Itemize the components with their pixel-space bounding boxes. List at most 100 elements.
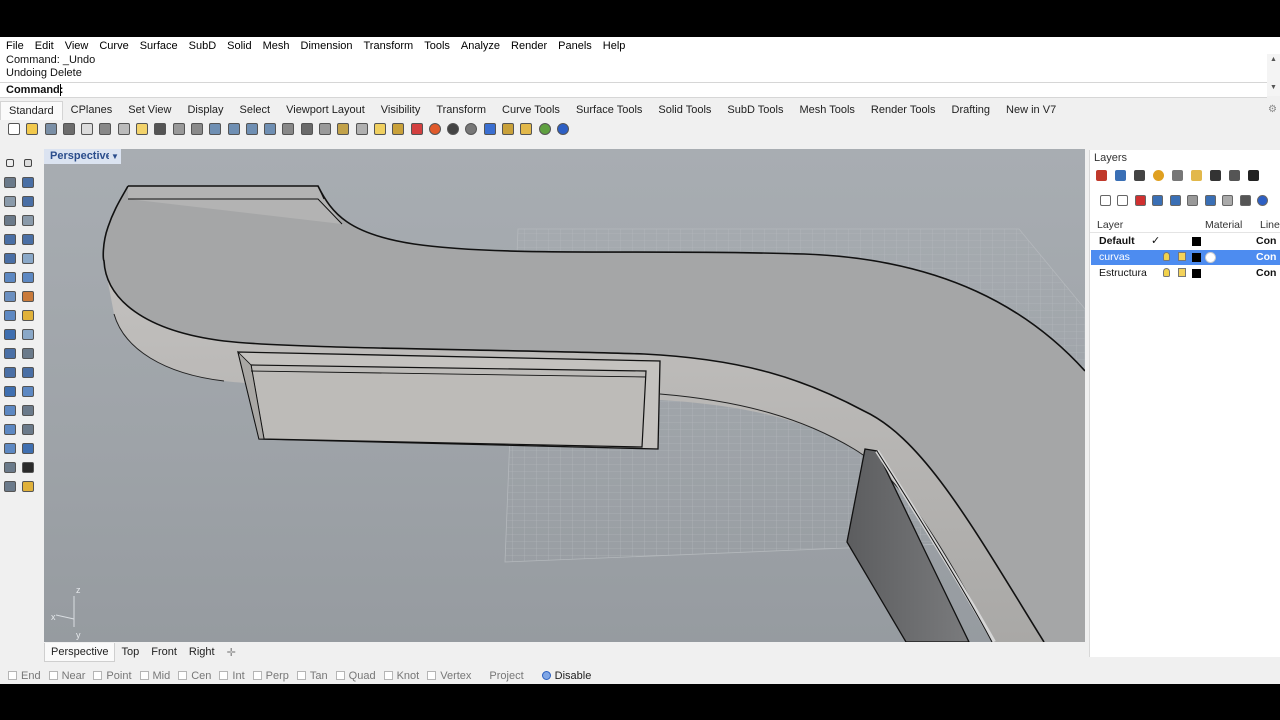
fillet-icon[interactable] xyxy=(20,231,36,247)
surface-icon[interactable] xyxy=(2,250,18,266)
tab-viewport-layout[interactable]: Viewport Layout xyxy=(278,101,373,119)
osnap-checkbox[interactable] xyxy=(219,671,229,680)
osnap-checkbox[interactable] xyxy=(48,671,58,680)
box-icon[interactable] xyxy=(2,269,18,285)
perspective-viewport[interactable]: z x y Perspective ▼ xyxy=(44,149,1085,642)
pan-icon[interactable] xyxy=(171,121,187,137)
osnap-perp[interactable]: Perp xyxy=(252,670,289,682)
select-icon[interactable] xyxy=(409,121,425,137)
osnap-icon[interactable] xyxy=(354,121,370,137)
ellipse-icon[interactable] xyxy=(2,231,18,247)
select-arrow-icon[interactable] xyxy=(2,155,18,171)
menu-tools[interactable]: Tools xyxy=(418,40,455,52)
tab-curve-tools[interactable]: Curve Tools xyxy=(494,101,568,119)
zoom-icon[interactable] xyxy=(207,121,223,137)
tab-standard[interactable]: Standard xyxy=(0,100,63,120)
menu-help[interactable]: Help xyxy=(597,40,631,52)
globe-icon[interactable] xyxy=(537,121,553,137)
view-tab-top[interactable]: Top xyxy=(115,643,145,661)
osnap-quad[interactable]: Quad xyxy=(335,670,376,682)
tab-transform[interactable]: Transform xyxy=(428,101,494,119)
osnap-checkbox[interactable] xyxy=(139,671,149,680)
osnap-near[interactable]: Near xyxy=(48,670,85,682)
group-icon[interactable] xyxy=(2,402,18,418)
column-linetype[interactable]: Line xyxy=(1260,219,1280,231)
tab-surface-tools[interactable]: Surface Tools xyxy=(568,101,650,119)
material-swatch-icon[interactable] xyxy=(1205,252,1216,263)
layer-row-default[interactable]: Default ✓ Con xyxy=(1091,234,1280,249)
osnap-checkbox[interactable] xyxy=(8,671,17,680)
lock-icon[interactable] xyxy=(390,121,406,137)
render-icon[interactable] xyxy=(463,121,479,137)
layer-linetype[interactable]: Con xyxy=(1256,235,1276,247)
folder-icon[interactable] xyxy=(1189,168,1203,182)
tab-new-in-v7[interactable]: New in V7 xyxy=(998,101,1064,119)
osnap-checkbox[interactable] xyxy=(335,671,345,680)
osnap-checkbox[interactable] xyxy=(296,671,306,680)
move-left-icon[interactable] xyxy=(1186,193,1200,207)
layer-linetype[interactable]: Con xyxy=(1256,267,1276,279)
point-icon[interactable] xyxy=(20,155,36,171)
menu-subd[interactable]: SubD xyxy=(183,40,222,52)
osnap-checkbox[interactable] xyxy=(178,671,188,680)
move-down-icon[interactable] xyxy=(1168,193,1182,207)
boolean-icon[interactable] xyxy=(20,288,36,304)
camera-icon[interactable] xyxy=(1246,168,1260,182)
save-icon[interactable] xyxy=(43,121,59,137)
project-toggle[interactable]: Project xyxy=(489,670,523,682)
osnap-int[interactable]: Int xyxy=(219,670,245,682)
open-icon[interactable] xyxy=(24,121,40,137)
column-material[interactable]: Material xyxy=(1205,219,1242,231)
curve-icon[interactable] xyxy=(20,174,36,190)
lock-icon[interactable] xyxy=(1178,268,1186,277)
menu-curve[interactable]: Curve xyxy=(93,40,133,52)
material-icon[interactable] xyxy=(482,121,498,137)
print-icon[interactable] xyxy=(61,121,77,137)
help-icon[interactable] xyxy=(555,121,571,137)
filter-icon[interactable] xyxy=(1203,193,1217,207)
tab-display[interactable]: Display xyxy=(179,101,231,119)
materials-tab-icon[interactable] xyxy=(1132,168,1146,182)
cage-icon[interactable] xyxy=(20,421,36,437)
tools-icon[interactable] xyxy=(1238,193,1252,207)
help-icon[interactable] xyxy=(1256,193,1270,207)
osnap-end[interactable]: End xyxy=(8,670,41,682)
import-icon[interactable] xyxy=(79,121,95,137)
layers-tab-icon[interactable] xyxy=(1094,168,1108,182)
osnap-point[interactable]: Point xyxy=(93,670,132,682)
scroll-up-icon[interactable]: ▲ xyxy=(1270,56,1277,63)
viewport-menu-chevron-icon[interactable]: ▼ xyxy=(109,149,121,164)
osnap-checkbox[interactable] xyxy=(383,671,393,680)
osnap-mid[interactable]: Mid xyxy=(139,670,170,682)
environment-tab-icon[interactable] xyxy=(1170,168,1184,182)
scale-icon[interactable] xyxy=(2,326,18,342)
menu-dimension[interactable]: Dimension xyxy=(295,40,358,52)
set-view-icon[interactable] xyxy=(280,121,296,137)
menu-mesh[interactable]: Mesh xyxy=(257,40,295,52)
zoom-window-icon[interactable] xyxy=(226,121,242,137)
zoom-extents-icon[interactable] xyxy=(244,121,260,137)
extrude-icon[interactable] xyxy=(2,288,18,304)
view-tab-perspective[interactable]: Perspective xyxy=(44,642,116,662)
paste-icon[interactable] xyxy=(134,121,150,137)
menu-solid[interactable]: Solid xyxy=(221,40,256,52)
split-icon[interactable] xyxy=(20,364,36,380)
properties-tab-icon[interactable] xyxy=(1113,168,1127,182)
gear-icon[interactable]: ⚙ xyxy=(1268,104,1278,115)
layer-options-icon[interactable] xyxy=(1221,193,1235,207)
new-icon[interactable] xyxy=(6,121,22,137)
osnap-tan[interactable]: Tan xyxy=(296,670,328,682)
osnap-checkbox[interactable] xyxy=(93,671,103,680)
column-layer[interactable]: Layer xyxy=(1097,219,1123,231)
move-up-icon[interactable] xyxy=(1151,193,1165,207)
text-icon[interactable] xyxy=(2,383,18,399)
loft-icon[interactable] xyxy=(20,250,36,266)
light-icon[interactable] xyxy=(372,121,388,137)
osnap-knot[interactable]: Knot xyxy=(383,670,419,682)
texture-icon[interactable] xyxy=(500,121,516,137)
display-tab-icon[interactable] xyxy=(1208,168,1222,182)
layout-icon[interactable] xyxy=(20,402,36,418)
tab-render-tools[interactable]: Render Tools xyxy=(863,101,944,119)
polyline-icon[interactable] xyxy=(2,174,18,190)
tab-set-view[interactable]: Set View xyxy=(120,101,179,119)
